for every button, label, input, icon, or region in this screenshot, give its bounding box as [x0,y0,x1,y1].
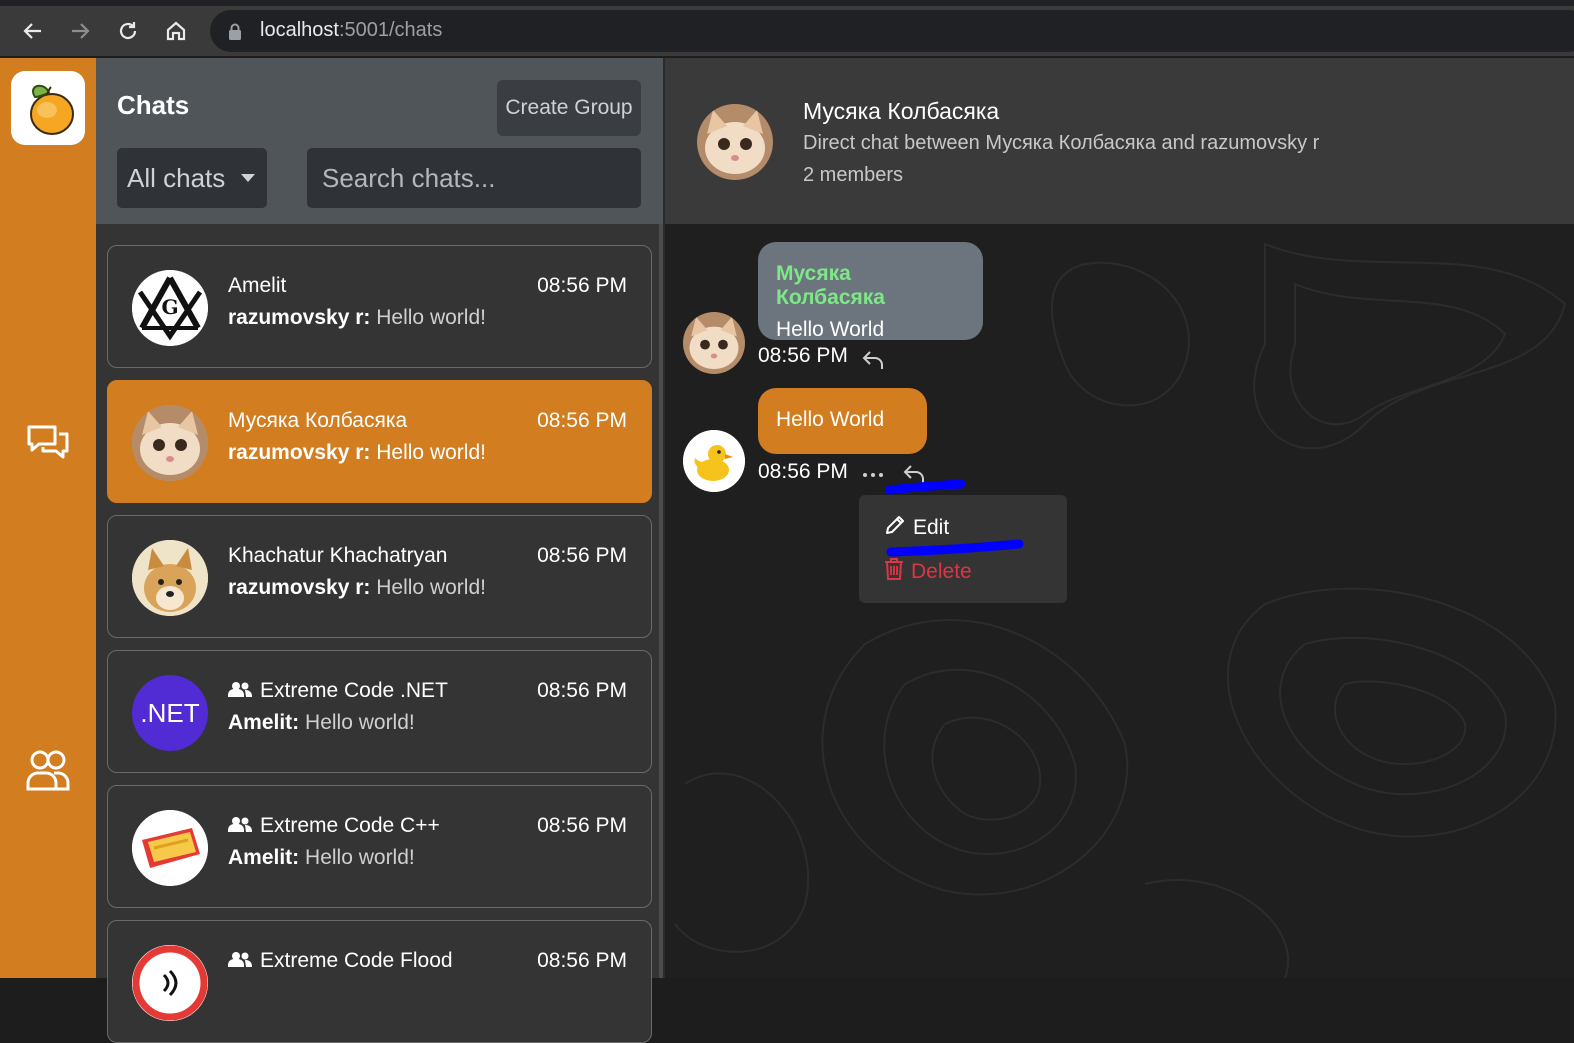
chat-list-item-active[interactable]: Мусяка Колбасяка 08:56 PM razumovsky r: … [107,380,652,503]
chat-filter-value: All chats [127,162,226,193]
chat-avatar: G [132,270,208,346]
chat-preview: Amelit: Hello world! [228,846,415,869]
chat-avatar [132,540,208,616]
message-time: 08:56 PM [758,344,848,367]
back-icon[interactable] [18,16,48,46]
conversation-members: 2 members [803,164,904,186]
message-time: 08:56 PM [758,460,848,483]
chat-avatar [132,810,208,886]
chat-time: 08:56 PM [537,814,627,837]
url-text: localhost:5001/chats [260,19,443,41]
svg-text:G: G [161,295,178,319]
reply-icon[interactable] [859,346,887,374]
caret-down-icon [241,174,255,182]
group-icon [228,679,252,703]
conversation-panel: Мусяка Колбасяка Direct chat between Мус… [663,58,1574,978]
chats-panel: Chats Create Group All chats G Amelit 08… [96,58,663,1043]
search-chats-input[interactable] [307,148,641,208]
chat-avatar [132,945,208,1021]
forward-icon[interactable] [65,16,95,46]
lock-icon [228,23,242,44]
chat-time: 08:56 PM [537,949,627,972]
message-avatar[interactable] [683,312,745,374]
address-bar[interactable]: localhost:5001/chats [210,10,1574,52]
more-options-icon[interactable] [859,464,887,486]
chat-list-item[interactable]: .NET Extreme Code .NET 08:56 PM Amelit: … [107,650,652,773]
sidebar-rail [0,58,96,978]
chat-time: 08:56 PM [537,679,627,702]
delete-menu-item[interactable]: Delete [883,557,972,587]
message-author: Мусяка Колбасяка [776,262,885,309]
chats-header: Chats Create Group All chats [96,58,663,224]
trash-icon [883,557,905,587]
chat-name: Extreme Code C++ [228,814,440,838]
chat-avatar: .NET [132,675,208,751]
chat-preview: razumovsky r: Hello world! [228,306,486,329]
chat-list-item[interactable]: Extreme Code Flood 08:56 PM [107,920,652,1043]
conversation-title: Мусяка Колбасяка [803,98,1000,124]
chat-time: 08:56 PM [537,274,627,297]
chat-preview: Amelit: Hello world! [228,711,415,734]
chat-name: Khachatur Khachatryan [228,544,448,567]
chat-time: 08:56 PM [537,409,627,432]
chat-name: Мусяка Колбасяка [228,409,408,432]
people-icon[interactable] [22,744,74,796]
chat-list-item[interactable]: Khachatur Khachatryan 08:56 PM razumovsk… [107,515,652,638]
dotnet-avatar-text: .NET [140,697,200,728]
message-bubble-incoming[interactable]: Мусяка Колбасяка Hello World [758,242,983,341]
message-avatar[interactable] [683,430,745,492]
delete-label: Delete [911,560,972,583]
chat-name: Amelit [228,274,287,297]
conversation-description: Direct chat between Мусяка Колбасяка and… [803,132,1320,154]
chat-name: Extreme Code .NET [228,679,448,703]
home-icon[interactable] [161,16,191,46]
chat-filter-select[interactable]: All chats [117,148,267,208]
chat-preview: razumovsky r: Hello world! [228,576,486,599]
conversation-header: Мусяка Колбасяка Direct chat between Мус… [665,58,1574,224]
group-icon [228,814,252,838]
chat-name: Extreme Code Flood [228,949,453,973]
chat-list-item[interactable]: Extreme Code C++ 08:56 PM Amelit: Hello … [107,785,652,908]
annotation-scribble [885,479,1024,557]
chat-time: 08:56 PM [537,544,627,567]
chat-bubbles-icon[interactable] [22,418,74,470]
reload-icon[interactable] [113,16,143,46]
chat-avatar [132,405,208,481]
chats-title: Chats [117,90,190,120]
chat-preview: razumovsky r: Hello world! [228,441,486,464]
conversation-avatar [697,104,773,180]
browser-tab-strip [0,0,1574,6]
message-bubble-outgoing[interactable]: Hello World [758,388,927,454]
message-text: Hello World [776,318,885,341]
browser-toolbar: localhost:5001/chats [0,0,1574,58]
message-text: Hello World [776,408,885,431]
chat-list-item[interactable]: G Amelit 08:56 PM razumovsky r: Hello wo… [107,245,652,368]
mango-logo[interactable] [11,71,85,145]
create-group-button[interactable]: Create Group [497,80,641,136]
group-icon [228,949,252,973]
